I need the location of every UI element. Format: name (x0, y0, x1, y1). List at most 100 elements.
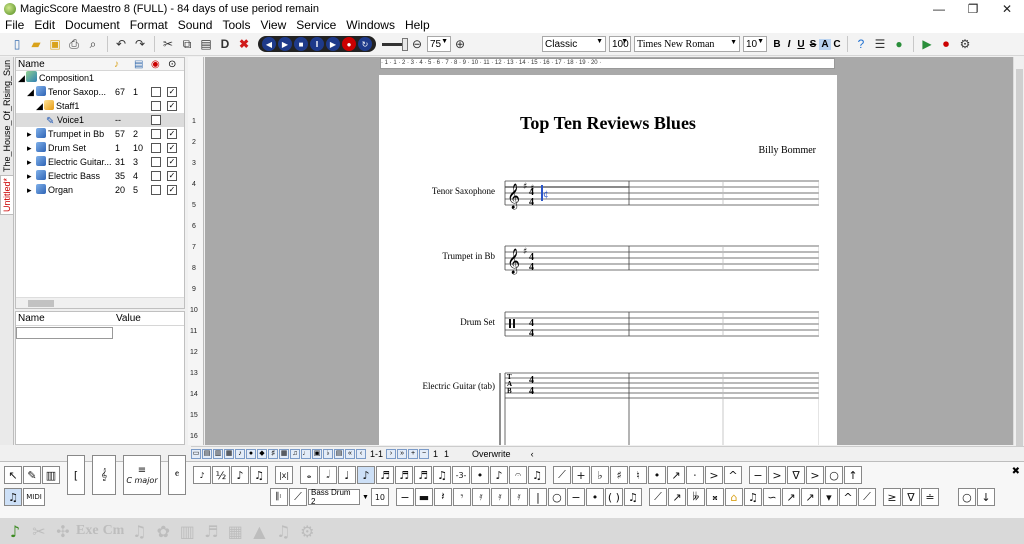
tools-icon[interactable]: ✂ (28, 520, 50, 542)
menu-windows[interactable]: Windows (341, 17, 400, 33)
natural-icon[interactable]: ♮ (629, 466, 647, 484)
menu-service[interactable]: Service (291, 17, 341, 33)
menu-file[interactable]: File (0, 17, 29, 33)
pencil-tool-icon[interactable]: ✎ (23, 466, 41, 484)
trill-icon[interactable]: ⟋ (857, 488, 876, 506)
scrollbar-thumb[interactable] (1016, 69, 1023, 449)
scrollbar-thumb[interactable] (28, 300, 54, 307)
visible-checkbox[interactable]: ✓ (167, 157, 177, 167)
eighth-rest-icon[interactable]: 𝄾 (452, 488, 471, 506)
bar-icon[interactable]: | (528, 488, 547, 506)
paste-icon[interactable]: ▤ (197, 35, 215, 53)
gliss-icon[interactable]: ⟋ (553, 466, 571, 484)
sixty-fourth-note-icon[interactable]: ♬ (414, 466, 432, 484)
down-bow-icon[interactable]: ∇ (787, 466, 805, 484)
tenuto-icon[interactable]: ≐ (920, 488, 939, 506)
staccato-icon[interactable]: ⋅ (686, 466, 704, 484)
zoom-combo[interactable]: 75 ▼ (427, 36, 451, 52)
vocal-icon[interactable]: ♭ (323, 448, 333, 459)
mute-checkbox[interactable] (151, 157, 161, 167)
strikethrough-button[interactable]: S (807, 39, 819, 50)
menu-help[interactable]: Help (400, 17, 435, 33)
midi-input-button[interactable]: MIDI (23, 488, 45, 506)
dot-note-icon[interactable]: • (648, 466, 666, 484)
tab-untitled[interactable]: Untitled* (0, 175, 14, 215)
slide-icon[interactable]: ⟋ (648, 488, 667, 506)
brackets-icon[interactable]: |x| (275, 466, 293, 484)
half-rest-icon[interactable]: ▬ (414, 488, 433, 506)
minimize-button[interactable]: — (922, 0, 956, 17)
quarter-note-icon[interactable]: ♩ (338, 466, 356, 484)
tree-row-composition[interactable]: ◢ Composition1 (16, 71, 184, 85)
input-mode[interactable]: Overwrite (472, 449, 511, 459)
expand-arrow-icon[interactable]: ▸ (27, 127, 32, 141)
print-preview-icon[interactable]: ⌕ (84, 35, 102, 53)
stop-icon[interactable]: ■ (294, 37, 308, 51)
tree-horizontal-scrollbar[interactable] (16, 297, 184, 308)
thirty-second-rest-icon[interactable]: 𝄿 (490, 488, 509, 506)
harmonic-icon[interactable]: ○ (957, 488, 976, 506)
half-note-icon[interactable]: 𝅗𝅥 (319, 466, 337, 484)
down-bow-icon[interactable]: ∇ (901, 488, 920, 506)
midi-icon[interactable]: ▣ (312, 448, 322, 459)
next-page-icon[interactable]: › (386, 448, 397, 459)
expand-arrow-icon[interactable]: ◢ (18, 71, 25, 85)
sixty-fourth-rest-icon[interactable]: 𝄿 (509, 488, 528, 506)
zoom-out-icon[interactable]: ⊖ (408, 35, 426, 53)
close-button[interactable]: ✕ (990, 0, 1024, 17)
score-canvas[interactable]: · 1 · 1 · 2 · 3 · 4 · 5 · 6 · 7 · 8 · 9 … (205, 57, 1013, 445)
score-composer[interactable]: Billy Bommer (759, 145, 817, 156)
underline-button[interactable]: U (795, 39, 807, 50)
menu-tools[interactable]: Tools (217, 17, 255, 33)
visible-checkbox[interactable]: ✓ (167, 101, 177, 111)
double-sharp-icon[interactable]: 𝄪 (705, 488, 724, 506)
note-icon[interactable]: ♫ (743, 488, 762, 506)
expand-arrow-icon[interactable]: ◢ (36, 99, 43, 113)
settings-icon[interactable]: ⚙ (296, 520, 318, 542)
score-page[interactable]: Top Ten Reviews Blues Billy Bommer Tenor… (379, 75, 837, 445)
visible-checkbox[interactable]: ✓ (167, 87, 177, 97)
half-note-icon[interactable]: ½ (212, 466, 230, 484)
visible-checkbox[interactable]: ✓ (167, 171, 177, 181)
tree-row-staff[interactable]: ◢ Staff1 ✓ (16, 99, 184, 113)
text-tool[interactable]: Exe (76, 523, 99, 539)
background-color-button[interactable]: C (831, 39, 843, 50)
copy-icon[interactable]: ⧉ (178, 35, 196, 53)
grace-note-icon[interactable]: ♪ (231, 466, 249, 484)
playback-mode-icon[interactable]: ▶ (918, 35, 936, 53)
eraser-tool-icon[interactable]: ▥ (42, 466, 60, 484)
mute-checkbox[interactable] (151, 143, 161, 153)
scroll-left-icon[interactable]: ‹ (531, 449, 534, 459)
double-flat-icon[interactable]: 𝄫 (686, 488, 705, 506)
tenuto-icon[interactable]: − (749, 466, 767, 484)
thirty-second-note-icon[interactable]: ♬ (395, 466, 413, 484)
zoom-in-icon[interactable]: ⊕ (451, 35, 469, 53)
staff-drum-set[interactable]: 4 4 (499, 306, 819, 342)
beam-icon[interactable]: ♫ (433, 466, 451, 484)
triplet-icon[interactable]: -3- (452, 466, 470, 484)
menu-document[interactable]: Document (60, 17, 125, 33)
slash-notation-icon[interactable]: 𝄆 (270, 488, 288, 506)
expand-arrow-icon[interactable]: ▸ (27, 183, 32, 197)
bend-icon[interactable]: ↗ (667, 466, 685, 484)
eighth-note-icon[interactable]: ♪ (357, 466, 375, 484)
plus-icon[interactable]: + (572, 466, 590, 484)
close-palette-icon[interactable]: ✖ (1012, 466, 1020, 477)
tree-row-instrument[interactable]: ◢ Tenor Saxop... 67 1 ✓ (16, 85, 184, 99)
fermata-icon[interactable]: 𝄐 (509, 466, 527, 484)
arrow-down-icon[interactable]: ↓ (976, 488, 995, 506)
menu-sound[interactable]: Sound (173, 17, 218, 33)
restore-button[interactable]: ❐ (956, 0, 990, 17)
tree-row-instrument[interactable]: ▸ Electric Guitar... 31 3 ✓ (16, 155, 184, 169)
mute-checkbox[interactable] (151, 129, 161, 139)
italic-button[interactable]: I (783, 39, 795, 50)
mute-checkbox[interactable] (151, 171, 161, 181)
prev-page-icon[interactable]: ‹ (356, 448, 366, 459)
tab-house-of-rising-sun[interactable]: The_House_Of_Rising_Sun (0, 60, 14, 172)
mute-checkbox[interactable] (151, 185, 161, 195)
whole-note-icon[interactable]: 𝅝 (300, 466, 318, 484)
palette-icon[interactable]: ✿ (152, 520, 174, 542)
score-icon[interactable]: ♫ (272, 520, 294, 542)
play-icon[interactable]: ▶ (278, 37, 292, 51)
record-mode-icon[interactable]: ⏺ (937, 35, 955, 53)
